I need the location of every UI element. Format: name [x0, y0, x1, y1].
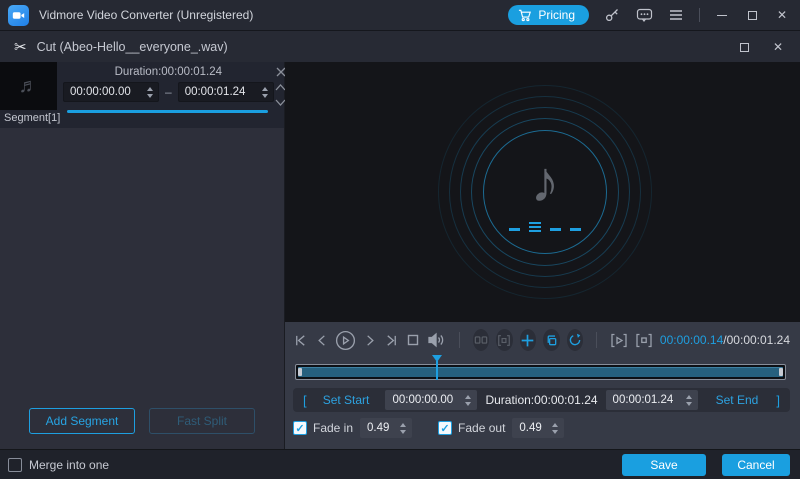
timeline-selection — [298, 367, 783, 377]
skip-end-button[interactable] — [384, 331, 399, 349]
pricing-label: Pricing — [538, 8, 575, 22]
maximize-button[interactable] — [744, 7, 760, 23]
trim-end-stepper[interactable] — [683, 395, 695, 406]
window-title: Vidmore Video Converter (Unregistered) — [39, 8, 253, 22]
merge-label: Merge into one — [29, 458, 109, 472]
scissors-icon: ✂ — [14, 38, 27, 56]
stop-button[interactable] — [406, 331, 420, 349]
fade-out-input[interactable] — [519, 422, 549, 434]
play-button[interactable] — [335, 331, 356, 349]
add-keyframe-button[interactable] — [520, 329, 536, 351]
trim-start-stepper[interactable] — [462, 395, 474, 406]
trim-start-handle[interactable] — [298, 368, 302, 376]
minimize-button[interactable] — [714, 7, 730, 23]
fade-in-stepper[interactable] — [397, 423, 409, 434]
fade-out-label: Fade out — [458, 421, 505, 435]
end-bracket: ] — [776, 393, 780, 408]
fade-in-input[interactable] — [367, 422, 397, 434]
merge-checkbox[interactable] — [8, 458, 22, 472]
playback-controls-panel: 00:00:00.14/00:00:01.24 [ — [285, 322, 800, 449]
split-segment-button[interactable] — [473, 329, 489, 351]
segment-start-field — [63, 82, 159, 102]
fade-out-stepper[interactable] — [549, 423, 561, 434]
trim-duration-label: Duration:00:00:01.24 — [485, 393, 597, 407]
current-time: 00:00:00.14 — [660, 333, 723, 347]
skip-start-button[interactable] — [293, 331, 308, 349]
segment-label: Segment[1] — [4, 112, 60, 124]
segment-end-field — [178, 82, 274, 102]
set-end-button[interactable]: Set End — [706, 393, 769, 407]
segment-duration-label: Duration:00:00:01.24 — [63, 66, 274, 78]
audio-preview: ♪ — [285, 62, 800, 322]
cut-dialog-header: ✂ Cut (Abeo-Hello__everyone_.wav) ✕ — [0, 30, 800, 62]
reset-button[interactable] — [567, 329, 583, 351]
playhead[interactable] — [432, 355, 442, 381]
play-segment-button[interactable] — [610, 331, 628, 349]
add-segment-button[interactable]: Add Segment — [29, 408, 135, 434]
titlebar-divider — [699, 8, 700, 22]
fade-row: ✓ Fade in ✓ Fade out — [293, 418, 790, 438]
feedback-icon[interactable] — [635, 6, 653, 24]
transport-divider — [459, 332, 460, 348]
trim-start-field — [385, 390, 477, 410]
fade-in-checkbox[interactable]: ✓ — [293, 421, 307, 435]
segment-end-stepper[interactable] — [259, 87, 271, 98]
trim-bar: [ Set Start Duration:00:00:01.24 Set End… — [293, 388, 790, 412]
save-button[interactable]: Save — [622, 454, 706, 476]
fade-out-checkbox[interactable]: ✓ — [438, 421, 452, 435]
fast-split-button[interactable]: Fast Split — [149, 408, 255, 434]
segment-start-stepper[interactable] — [144, 87, 156, 98]
trim-start-input[interactable] — [392, 394, 462, 406]
footer-bar: Merge into one Save Cancel — [0, 449, 800, 479]
segment-end-input[interactable] — [185, 86, 259, 98]
stop-segment-button[interactable] — [635, 331, 653, 349]
dialog-close-button[interactable]: ✕ — [770, 39, 786, 55]
volume-button[interactable] — [427, 331, 446, 349]
segment-panel: ♬ Segment[1] Duration:00:00:01.24 – — [0, 62, 285, 449]
music-note-icon: ♬ — [19, 75, 39, 98]
next-frame-button[interactable] — [363, 331, 376, 349]
app-window: Vidmore Video Converter (Unregistered) P… — [0, 0, 800, 479]
prev-frame-button[interactable] — [315, 331, 328, 349]
trim-end-handle[interactable] — [779, 368, 783, 376]
register-key-icon[interactable] — [603, 6, 621, 24]
trim-end-input[interactable] — [613, 394, 683, 406]
audio-note-icon: ♪ — [531, 149, 560, 216]
pricing-button[interactable]: Pricing — [508, 5, 589, 25]
copy-segment-button[interactable] — [543, 329, 559, 351]
equalizer-icon — [509, 222, 581, 232]
timeline-row — [293, 355, 790, 383]
menu-icon[interactable] — [667, 6, 685, 24]
fade-in-field — [360, 418, 412, 438]
fade-in-label: Fade in — [313, 421, 353, 435]
transport-divider — [596, 332, 597, 348]
transport-row: 00:00:00.14/00:00:01.24 — [293, 328, 790, 352]
segment-card[interactable]: ♬ Segment[1] Duration:00:00:01.24 – — [0, 62, 284, 128]
total-time: /00:00:01.24 — [723, 333, 790, 347]
segment-start-input[interactable] — [70, 86, 144, 98]
editor-panel: ♪ — [285, 62, 800, 449]
range-dash: – — [165, 85, 172, 99]
time-display: 00:00:00.14/00:00:01.24 — [660, 333, 790, 347]
playhead-line — [436, 361, 438, 380]
dialog-title: Cut (Abeo-Hello__everyone_.wav) — [37, 40, 228, 54]
segment-thumbnail: ♬ — [0, 62, 57, 110]
segment-progress-bar — [67, 110, 268, 113]
select-frame-button[interactable] — [496, 329, 512, 351]
start-bracket: [ — [303, 393, 307, 408]
fade-out-field — [512, 418, 564, 438]
timeline-track[interactable] — [295, 364, 786, 380]
cart-icon — [518, 9, 532, 22]
titlebar: Vidmore Video Converter (Unregistered) P… — [0, 0, 800, 30]
trim-end-field — [606, 390, 698, 410]
cancel-button[interactable]: Cancel — [722, 454, 790, 476]
app-logo-icon — [8, 5, 29, 26]
dialog-maximize-button[interactable] — [736, 39, 752, 55]
set-start-button[interactable]: Set Start — [315, 393, 378, 407]
close-button[interactable]: ✕ — [774, 7, 790, 23]
